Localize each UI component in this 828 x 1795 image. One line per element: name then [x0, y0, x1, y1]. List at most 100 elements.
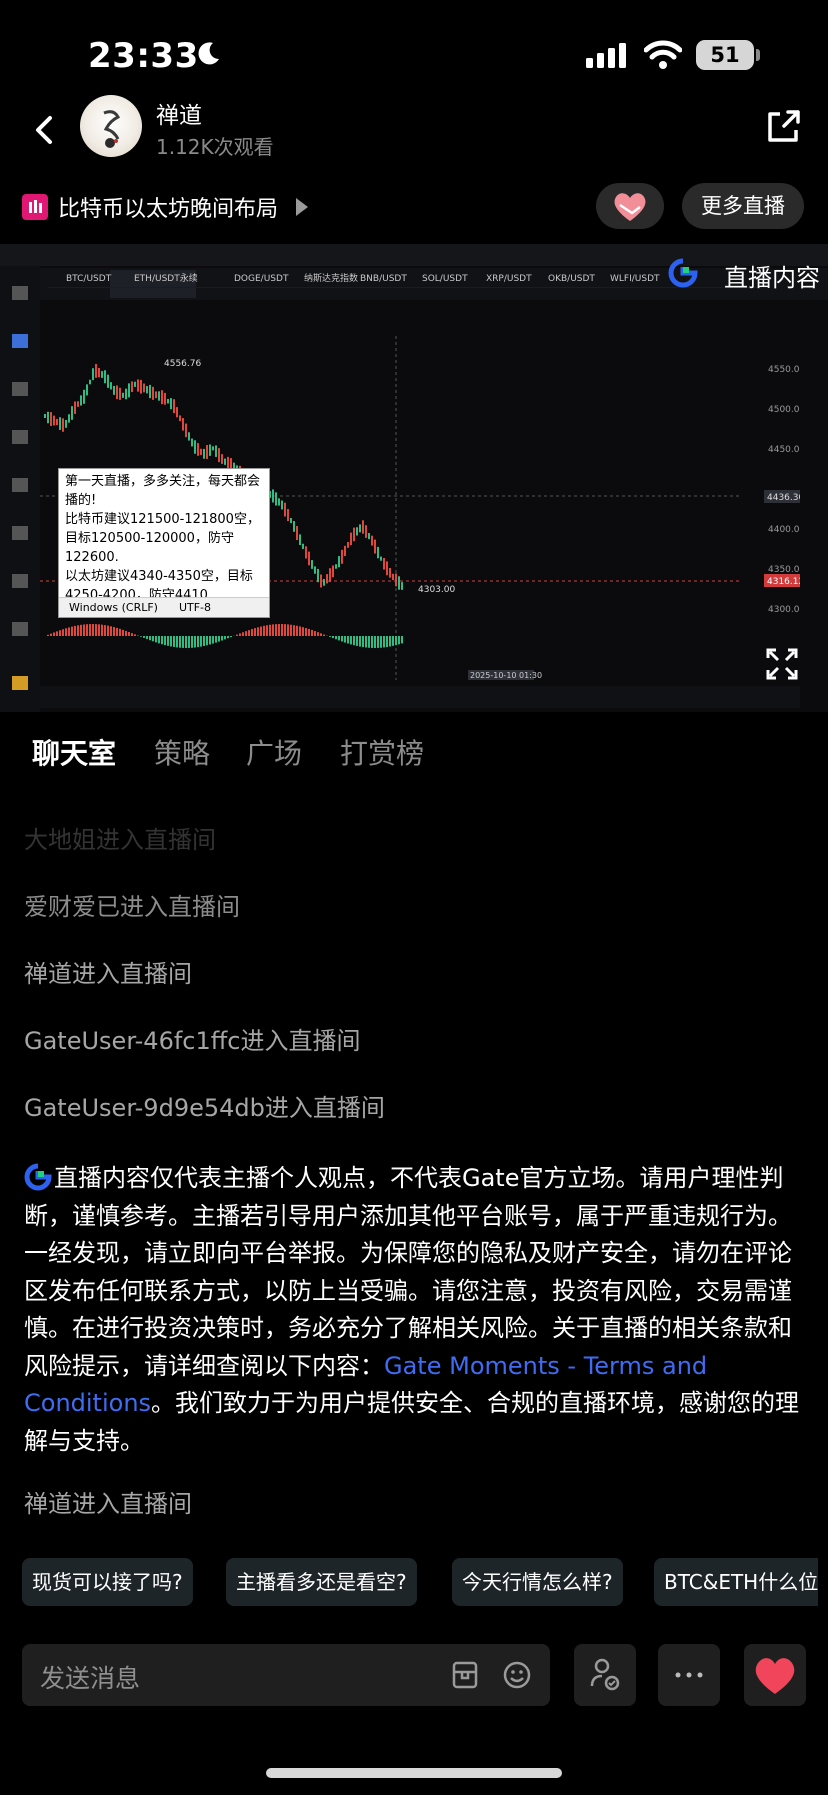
- card-icon[interactable]: [450, 1660, 480, 1690]
- macd-bar: [179, 636, 181, 648]
- play-arrow-icon[interactable]: [296, 198, 308, 216]
- live-title[interactable]: 比特币以太坊晚间布局: [58, 191, 278, 223]
- candle: [392, 573, 394, 581]
- candle: [320, 574, 322, 588]
- macd-bar: [152, 636, 154, 642]
- price-tick-4: 4400.00: [768, 525, 800, 535]
- macd-bar: [170, 636, 172, 647]
- macd-bar: [176, 636, 178, 648]
- candle: [143, 383, 145, 393]
- host-name[interactable]: 禅道: [156, 96, 202, 130]
- candle: [329, 568, 331, 583]
- candle: [56, 418, 58, 426]
- candle: [71, 406, 73, 420]
- signal-icon: [586, 43, 626, 68]
- macd-bar: [65, 628, 67, 636]
- candle: [212, 446, 214, 451]
- back-arrow-icon[interactable]: [30, 110, 60, 150]
- candle: [335, 564, 337, 569]
- candle: [104, 370, 106, 384]
- quick-reply-button[interactable]: 今天行情怎么样?: [452, 1558, 623, 1606]
- host-avatar[interactable]: [80, 95, 142, 157]
- macd-bar: [239, 633, 241, 636]
- candle: [383, 558, 385, 570]
- macd-bar: [197, 636, 199, 648]
- candle: [191, 438, 193, 447]
- tab-tip-ranking[interactable]: 打赏榜: [340, 732, 424, 772]
- candle: [116, 385, 118, 400]
- macd-bar: [80, 624, 82, 636]
- candle: [89, 379, 91, 385]
- chat-message: 禅道进入直播间: [24, 960, 192, 988]
- note-line-1: 比特币建议121500-121800空，目标120500-120000，防守12…: [65, 512, 260, 565]
- more-options-button[interactable]: [658, 1644, 720, 1706]
- share-icon[interactable]: [764, 106, 804, 146]
- handshake-heart-button[interactable]: [596, 183, 664, 229]
- message-input[interactable]: 发送消息: [22, 1644, 550, 1706]
- candle: [365, 525, 367, 538]
- quick-reply-button[interactable]: 现货可以接了吗?: [22, 1558, 193, 1606]
- macd-bar: [335, 636, 337, 640]
- moon-icon: [198, 42, 219, 65]
- quick-reply-button[interactable]: BTC&ETH什么位: [654, 1558, 818, 1606]
- macd-bar: [332, 636, 334, 639]
- live-badge-icon: [22, 194, 48, 220]
- pair-tabs-row: BTC/USDT ETH/USDT永续 DOGE/USDT 纳斯达克指数 BNB…: [40, 268, 828, 300]
- chat-message: 大地姐进入直播间: [24, 826, 216, 854]
- user-invite-button[interactable]: [574, 1644, 636, 1706]
- low-marker: 4303.00: [418, 585, 455, 595]
- macd-bar: [221, 636, 223, 641]
- macd-bar: [188, 636, 190, 648]
- candle: [95, 363, 97, 378]
- like-heart-button[interactable]: [744, 1644, 806, 1706]
- macd-bar: [140, 636, 142, 637]
- macd-bar: [104, 625, 106, 636]
- macd-bar: [314, 631, 316, 636]
- macd-bar: [113, 627, 115, 636]
- macd-bar: [116, 627, 118, 636]
- macd-bar: [275, 624, 277, 636]
- macd-bar: [47, 634, 49, 636]
- candle: [47, 411, 49, 424]
- candle: [323, 579, 325, 586]
- candle: [149, 384, 151, 399]
- candle: [308, 551, 310, 566]
- tab-chatroom[interactable]: 聊天室: [32, 732, 116, 772]
- candle: [77, 401, 79, 407]
- wifi-icon: [644, 40, 682, 69]
- ellipsis-icon: [675, 1672, 703, 1678]
- macd-bar: [155, 636, 157, 643]
- candle: [146, 386, 148, 394]
- macd-bar: [398, 636, 400, 645]
- gate-logo-icon: [668, 258, 698, 288]
- price-tick-0: 4550.00: [768, 365, 800, 375]
- pair-label-5: SOL/USDT: [422, 274, 468, 284]
- candle: [386, 561, 388, 576]
- heart-icon: [755, 1658, 795, 1694]
- emoji-icon[interactable]: [502, 1660, 532, 1690]
- gate-logo-icon: [24, 1163, 52, 1191]
- macd-bar: [350, 636, 352, 645]
- candle: [122, 392, 124, 398]
- crosshair-price-label: 4436.30: [767, 493, 800, 503]
- more-live-button[interactable]: 更多直播: [682, 183, 804, 229]
- quick-reply-button[interactable]: 主播看多还是看空?: [226, 1558, 417, 1606]
- tab-plaza[interactable]: 广场: [246, 732, 302, 772]
- candle: [284, 502, 286, 517]
- candle: [218, 448, 220, 463]
- disclaimer-badge[interactable]: 直播内容: [724, 258, 820, 293]
- candle: [86, 384, 88, 396]
- macd-bar: [302, 627, 304, 636]
- candle: [152, 386, 154, 400]
- candle: [371, 535, 373, 546]
- fullscreen-icon[interactable]: [764, 646, 800, 682]
- macd-bar: [317, 632, 319, 636]
- candle: [98, 368, 100, 378]
- price-tick-5: 4350.00: [768, 565, 800, 575]
- macd-bar: [290, 624, 292, 636]
- tab-strategy[interactable]: 策略: [154, 732, 210, 772]
- candle: [113, 385, 115, 395]
- candle: [50, 412, 52, 426]
- macd-bar: [236, 634, 238, 636]
- candle: [272, 489, 274, 503]
